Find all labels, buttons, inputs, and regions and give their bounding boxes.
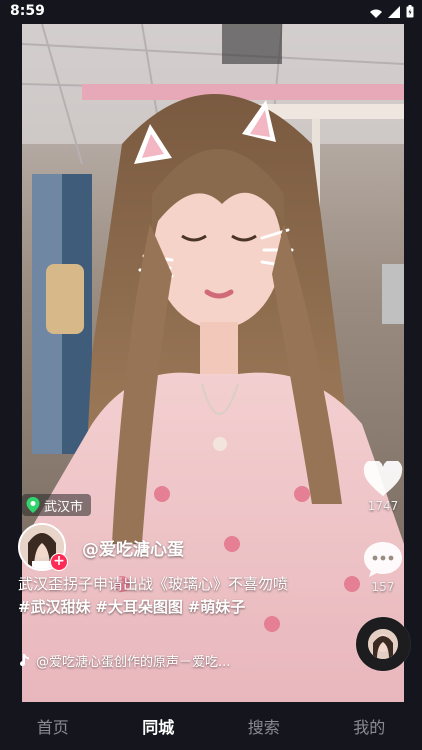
- nav-profile[interactable]: 我的: [329, 714, 409, 738]
- caption-text: 武汉歪拐子申请出战《玻璃心》不喜勿喷: [18, 575, 289, 593]
- hashtag[interactable]: #大耳朵图图: [95, 598, 183, 616]
- author-row: + @爱吃溏心蛋: [18, 523, 184, 571]
- comment-icon: [364, 542, 402, 577]
- location-pin-icon: [26, 497, 40, 513]
- status-time: 8:59: [10, 3, 45, 19]
- location-chip[interactable]: 武汉市: [22, 494, 92, 516]
- status-bar: 8:59: [0, 0, 422, 24]
- location-label: 武汉市: [44, 499, 84, 515]
- like-button[interactable]: 1747: [358, 461, 408, 513]
- nav-search[interactable]: 搜索: [224, 714, 304, 738]
- cellular-icon: [388, 5, 400, 18]
- comment-count: 157: [371, 580, 395, 594]
- follow-plus-button[interactable]: +: [50, 553, 68, 571]
- video-caption: 武汉歪拐子申请出战《玻璃心》不喜勿喷 #武汉甜妹 #大耳朵图图 #萌妹子: [18, 573, 288, 619]
- music-disc-button[interactable]: [356, 617, 410, 671]
- status-icons: [370, 5, 414, 18]
- music-row[interactable]: @爱吃溏心蛋创作的原声－爱吃...: [18, 651, 278, 670]
- hashtag[interactable]: #武汉甜妹: [18, 598, 91, 616]
- battery-icon: [406, 5, 414, 18]
- like-count: 1747: [367, 499, 399, 513]
- nav-home[interactable]: 首页: [13, 714, 93, 738]
- nav-local[interactable]: 同城: [118, 714, 198, 738]
- heart-icon: [363, 461, 403, 496]
- author-name[interactable]: @爱吃溏心蛋: [82, 535, 184, 560]
- music-title: @爱吃溏心蛋创作的原声－爱吃...: [36, 655, 231, 670]
- comment-button[interactable]: 157: [358, 540, 408, 594]
- hashtag[interactable]: #萌妹子: [188, 598, 246, 616]
- music-note-icon: [20, 653, 29, 666]
- music-disc-avatar: [368, 629, 398, 659]
- bottom-nav: 首页 同城 搜索 我的: [0, 702, 422, 750]
- signal-icon: [370, 9, 382, 18]
